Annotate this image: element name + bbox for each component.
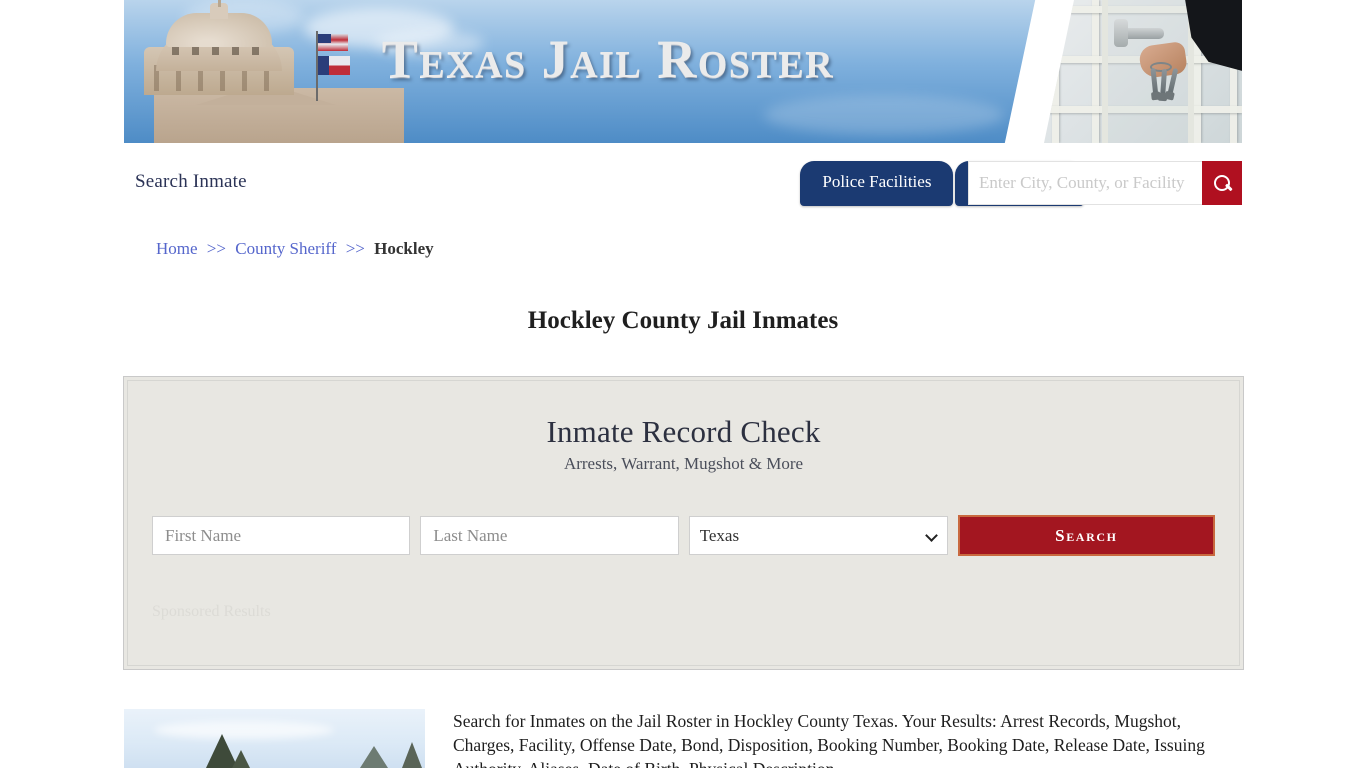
breadcrumb-separator: >> (206, 239, 226, 258)
first-name-input[interactable] (152, 516, 411, 555)
content-section: Search for Inmates on the Jail Roster in… (124, 709, 1242, 768)
panel-title: Inmate Record Check (546, 414, 821, 449)
inmate-search-form: Texas Search (152, 515, 1215, 556)
site-banner: Texas Jail Roster (124, 0, 1242, 143)
brand-label: Search Inmate (135, 171, 247, 192)
state-select[interactable]: Texas (688, 516, 948, 555)
breadcrumb-item-county-sheriff[interactable]: County Sheriff (235, 239, 336, 258)
sponsored-results-label: Sponsored Results (152, 603, 271, 620)
jail-photo-thumbnail[interactable] (124, 709, 425, 768)
last-name-input[interactable] (420, 516, 679, 555)
breadcrumb: Home >> County Sheriff >> Hockley (156, 239, 434, 259)
cloud-decoration (764, 95, 1004, 135)
top-navbar: Search Inmate Police Facilities County J… (124, 143, 1242, 207)
state-select-wrapper: Texas (688, 516, 948, 556)
header-search-input[interactable] (968, 161, 1202, 205)
content-paragraph: Search for Inmates on the Jail Roster in… (453, 711, 1205, 768)
breadcrumb-separator: >> (345, 239, 365, 258)
tab-police-facilities[interactable]: Police Facilities (800, 161, 954, 206)
page-title: Hockley County Jail Inmates (527, 306, 839, 334)
breadcrumb-item-home[interactable]: Home (156, 239, 198, 258)
header-search-button[interactable] (1202, 161, 1242, 205)
search-button[interactable]: Search (957, 515, 1215, 556)
search-icon (1213, 174, 1231, 192)
panel-subtitle: Arrests, Warrant, Mugshot & More (563, 454, 804, 473)
header-search (968, 161, 1242, 205)
inmate-record-check-panel: Inmate Record Check Arrests, Warrant, Mu… (123, 376, 1244, 670)
banner-title: Texas Jail Roster (381, 29, 835, 89)
breadcrumb-item-current: Hockley (374, 239, 434, 258)
